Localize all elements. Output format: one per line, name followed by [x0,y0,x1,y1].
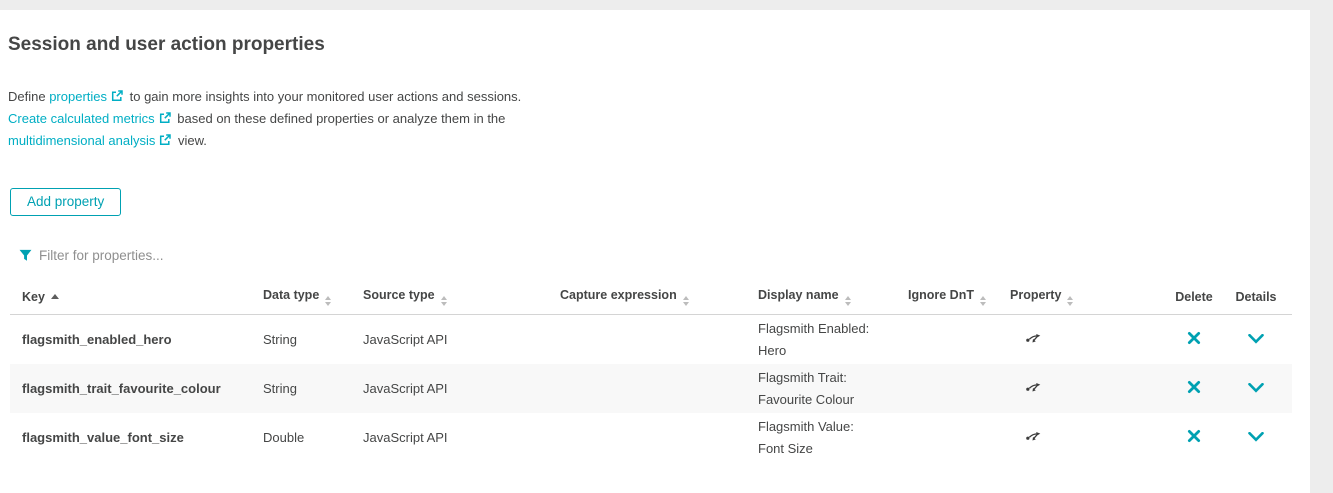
details-cell [1220,315,1292,365]
property-ignore-dnt [896,315,998,365]
column-label: Delete [1175,290,1213,304]
property-type-cell [998,315,1168,365]
filter-bar [19,248,1310,263]
sort-ascending-icon [51,294,59,299]
filter-properties-input[interactable] [39,248,459,263]
property-data-type: Double [251,413,351,462]
delete-cell [1168,413,1220,462]
chevron-down-icon[interactable] [1248,383,1264,393]
details-cell [1220,413,1292,462]
session-property-icon [1025,428,1042,445]
table-row: flagsmith_enabled_hero String JavaScript… [10,315,1292,365]
intro-text: Define properties to gain more insights … [8,86,1310,152]
delete-x-icon[interactable] [1187,380,1201,394]
create-calculated-metrics-link[interactable]: Create calculated metrics [8,111,155,126]
property-key: flagsmith_value_font_size [10,413,251,462]
multidimensional-analysis-link[interactable]: multidimensional analysis [8,133,155,148]
property-ignore-dnt [896,413,998,462]
sort-icon [325,296,331,306]
external-link-icon [159,131,171,152]
intro-line-3: multidimensional analysis view. [8,130,1310,152]
column-header-data-type[interactable]: Data type [251,288,351,315]
table-header-row: Key Data type Source type Capture expres… [10,288,1292,315]
display-name-line: Font Size [758,438,896,460]
property-source-type: JavaScript API [351,364,548,413]
display-name-line: Favourite Colour [758,389,896,411]
column-label: Capture expression [560,288,677,302]
properties-link[interactable]: properties [49,89,107,104]
property-capture-expression [548,413,746,462]
property-key: flagsmith_trait_favourite_colour [10,364,251,413]
column-header-ignore-dnt[interactable]: Ignore DnT [896,288,998,315]
session-property-icon [1025,379,1042,396]
details-cell [1220,364,1292,413]
property-type-cell [998,364,1168,413]
column-label: Display name [758,288,839,302]
column-label: Property [1010,288,1061,302]
sort-icon [683,296,689,306]
property-display-name: Flagsmith Enabled:Hero [746,315,896,365]
property-data-type: String [251,364,351,413]
chevron-down-icon[interactable] [1248,334,1264,344]
property-capture-expression [548,315,746,365]
delete-cell [1168,315,1220,365]
property-ignore-dnt [896,364,998,413]
page-title: Session and user action properties [8,34,1310,56]
property-display-name: Flagsmith Trait:Favourite Colour [746,364,896,413]
filter-funnel-icon [19,249,32,262]
table-row: flagsmith_value_font_size Double JavaScr… [10,413,1292,462]
intro-text-segment: view. [174,133,207,148]
add-property-button[interactable]: Add property [10,188,121,216]
display-name-line: Flagsmith Trait: [758,367,896,389]
property-type-cell [998,413,1168,462]
delete-x-icon[interactable] [1187,429,1201,443]
display-name-line: Flagsmith Enabled: [758,318,896,340]
column-label: Key [22,290,45,304]
external-link-icon [111,87,123,108]
delete-cell [1168,364,1220,413]
external-link-icon [159,109,171,130]
sort-icon [845,296,851,306]
column-header-details: Details [1220,288,1292,315]
display-name-line: Flagsmith Value: [758,416,896,438]
intro-line-1: Define properties to gain more insights … [8,86,1310,108]
column-header-property[interactable]: Property [998,288,1168,315]
column-header-display-name[interactable]: Display name [746,288,896,315]
session-property-icon [1025,330,1042,347]
properties-table: Key Data type Source type Capture expres… [10,288,1292,462]
column-label: Source type [363,288,435,302]
column-header-key[interactable]: Key [10,288,251,315]
column-label: Details [1236,290,1277,304]
sort-icon [441,296,447,306]
intro-text-segment: to gain more insights into your monitore… [126,89,521,104]
property-data-type: String [251,315,351,365]
chevron-down-icon[interactable] [1248,432,1264,442]
property-source-type: JavaScript API [351,413,548,462]
intro-text-segment: Define [8,89,49,104]
column-header-source-type[interactable]: Source type [351,288,548,315]
column-label: Ignore DnT [908,288,974,302]
sort-icon [1067,296,1073,306]
property-capture-expression [548,364,746,413]
delete-x-icon[interactable] [1187,331,1201,345]
column-label: Data type [263,288,319,302]
property-display-name: Flagsmith Value:Font Size [746,413,896,462]
intro-line-2: Create calculated metrics based on these… [8,108,1310,130]
column-header-capture-expression[interactable]: Capture expression [548,288,746,315]
content-card: Session and user action properties Defin… [0,10,1310,493]
intro-text-segment: based on these defined properties or ana… [174,111,506,126]
column-header-delete: Delete [1168,288,1220,315]
table-row: flagsmith_trait_favourite_colour String … [10,364,1292,413]
property-source-type: JavaScript API [351,315,548,365]
display-name-line: Hero [758,340,896,362]
property-key: flagsmith_enabled_hero [10,315,251,365]
sort-icon [980,296,986,306]
